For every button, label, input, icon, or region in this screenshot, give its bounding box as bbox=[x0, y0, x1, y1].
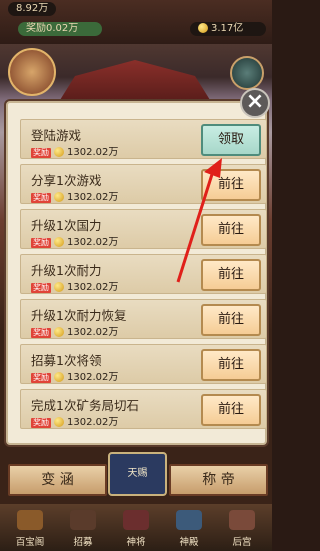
go-button[interactable]: 前往 bbox=[201, 259, 261, 291]
coin-icon bbox=[54, 327, 64, 337]
task-reward: 奖励 1302.02万 bbox=[31, 147, 119, 158]
treasure-icon bbox=[17, 510, 43, 530]
task-row: 升级1次国力奖励 1302.02万 前往 bbox=[20, 209, 267, 249]
task-panel: 登陆游戏 奖励 1302.02万 领取 分享1次游戏 奖励 1302.02万 前往 升级1次国力… bbox=[6, 101, 267, 445]
go-button[interactable]: 前往 bbox=[201, 304, 261, 336]
nav-label: 百宝阁 bbox=[15, 537, 45, 548]
task-row: 招募1次将领奖励 1302.02万 前往 bbox=[20, 344, 267, 384]
go-button[interactable]: 前往 bbox=[201, 394, 261, 426]
close-icon: × bbox=[245, 89, 265, 114]
transform-button[interactable]: 变 涵 bbox=[8, 464, 107, 496]
task-row: 升级1次耐力奖励 1302.02万 前往 bbox=[20, 254, 267, 294]
player-avatar[interactable] bbox=[8, 48, 56, 96]
task-reward: 奖励 1302.02万 bbox=[31, 192, 119, 203]
go-button[interactable]: 前往 bbox=[201, 349, 261, 381]
reward-tag: 奖励 bbox=[31, 148, 51, 158]
reward-tag: 奖励 bbox=[31, 418, 51, 428]
go-button[interactable]: 前往 bbox=[201, 169, 261, 201]
bottom-nav: 百宝阁 招募 神将 神殿 后宫 bbox=[0, 504, 272, 551]
reward-tag: 奖励 bbox=[31, 283, 51, 293]
task-title: 升级1次耐力 bbox=[31, 263, 102, 278]
task-reward: 奖励 1302.02万 bbox=[31, 282, 119, 293]
task-row: 升级1次耐力恢复奖励 1302.02万 前往 bbox=[20, 299, 267, 339]
close-button[interactable]: × bbox=[240, 88, 270, 118]
task-title: 升级1次耐力恢复 bbox=[31, 308, 127, 323]
coin-icon bbox=[54, 282, 64, 292]
task-reward: 奖励 1302.02万 bbox=[31, 417, 119, 428]
gold-stat: 3.17亿 bbox=[190, 22, 266, 36]
nav-item-2[interactable]: 神将 bbox=[112, 510, 160, 550]
coin-icon bbox=[54, 417, 64, 427]
task-title: 升级1次国力 bbox=[31, 218, 102, 233]
task-row: 完成1次矿务局切石奖励 1302.02万 前往 bbox=[20, 389, 267, 429]
task-title: 登陆游戏 bbox=[31, 128, 82, 143]
event-badge-icon[interactable] bbox=[230, 56, 264, 90]
nav-label: 神殿 bbox=[179, 537, 199, 548]
nav-label: 招募 bbox=[73, 537, 93, 548]
reward-tag: 奖励 bbox=[31, 238, 51, 248]
task-row: 登陆游戏奖励 1302.02万 领取 bbox=[20, 119, 267, 159]
task-title: 分享1次游戏 bbox=[31, 173, 102, 188]
gold-coin-icon bbox=[198, 23, 208, 33]
coin-icon bbox=[54, 372, 64, 382]
nav-item-3[interactable]: 神殿 bbox=[165, 510, 213, 550]
general-icon bbox=[123, 510, 149, 530]
task-reward: 奖励 1302.02万 bbox=[31, 237, 119, 248]
coin-icon bbox=[54, 237, 64, 247]
reward-tag: 奖励 bbox=[31, 193, 51, 203]
claim-button[interactable]: 领取 bbox=[201, 124, 261, 156]
reward-progress-bar: 奖励0.02万 bbox=[18, 22, 102, 36]
recruit-icon bbox=[70, 510, 96, 530]
coin-icon bbox=[54, 192, 64, 202]
heaven-gift-button[interactable]: 天赐 bbox=[108, 452, 167, 496]
task-reward: 奖励 1302.02万 bbox=[31, 372, 119, 383]
emperor-button[interactable]: 称 帝 bbox=[169, 464, 268, 496]
power-stat: 8.92万 bbox=[8, 2, 57, 16]
nav-label: 后宫 bbox=[232, 537, 252, 548]
reward-tag: 奖励 bbox=[31, 328, 51, 338]
task-row: 分享1次游戏奖励 1302.02万 前往 bbox=[20, 164, 267, 204]
task-title: 招募1次将领 bbox=[31, 353, 102, 368]
task-reward: 奖励 1302.02万 bbox=[31, 327, 119, 338]
nav-item-4[interactable]: 后宫 bbox=[218, 510, 266, 550]
temple-icon bbox=[176, 510, 202, 530]
reward-tag: 奖励 bbox=[31, 373, 51, 383]
task-title: 完成1次矿务局切石 bbox=[31, 398, 139, 413]
nav-label: 神将 bbox=[126, 537, 146, 548]
nav-item-1[interactable]: 招募 bbox=[59, 510, 107, 550]
top-bar: 8.92万 奖励0.02万 3.17亿 bbox=[0, 0, 272, 44]
coin-icon bbox=[54, 147, 64, 157]
nav-item-0[interactable]: 百宝阁 bbox=[6, 510, 54, 550]
go-button[interactable]: 前往 bbox=[201, 214, 261, 246]
palace-icon bbox=[229, 510, 255, 530]
